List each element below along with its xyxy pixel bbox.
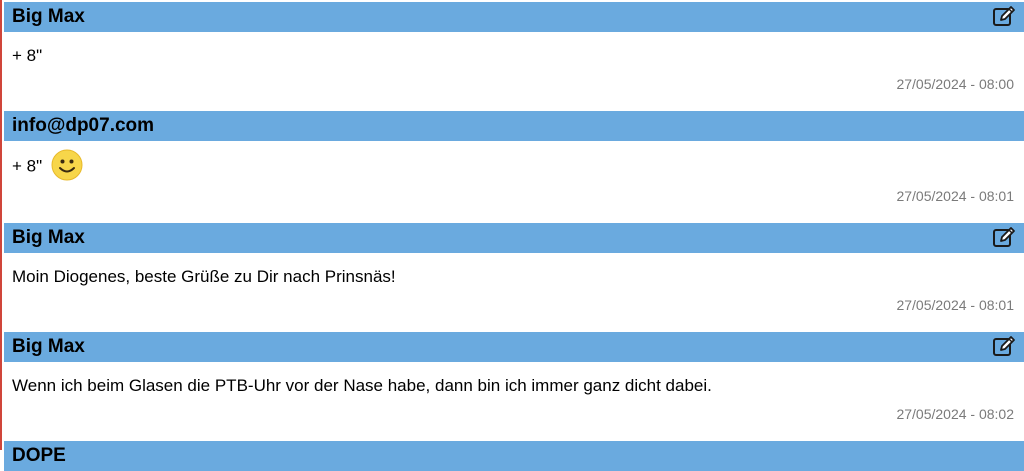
post: DOPE xyxy=(4,441,1024,471)
post-message-row: + 8" xyxy=(12,149,83,183)
post-header: DOPE xyxy=(4,441,1024,471)
post-timestamp: 27/05/2024 - 08:02 xyxy=(896,406,1014,422)
post: info@dp07.com + 8" 27/05/2024 - 08:01 xyxy=(4,111,1024,223)
post-message: Wenn ich beim Glasen die PTB-Uhr vor der… xyxy=(12,376,712,395)
post-message: Moin Diogenes, beste Grüße zu Dir nach P… xyxy=(12,267,396,286)
post-timestamp: 27/05/2024 - 08:00 xyxy=(896,76,1014,92)
left-border xyxy=(0,0,2,450)
edit-icon[interactable] xyxy=(992,226,1016,250)
post: Big Max Wenn ich beim Glasen die PTB-Uhr… xyxy=(4,332,1024,441)
post-timestamp: 27/05/2024 - 08:01 xyxy=(896,188,1014,204)
post-body: Moin Diogenes, beste Grüße zu Dir nach P… xyxy=(4,253,1024,332)
post-message: + 8" xyxy=(12,156,43,176)
post-author: Big Max xyxy=(12,336,85,357)
post: Big Max + 8" 27/05/2024 - 08:00 xyxy=(4,2,1024,111)
post-header: Big Max xyxy=(4,2,1024,32)
post-message: + 8" xyxy=(12,46,43,65)
smiley-icon xyxy=(51,149,83,181)
post-author: Big Max xyxy=(12,227,85,248)
post-timestamp: 27/05/2024 - 08:01 xyxy=(896,297,1014,313)
edit-icon[interactable] xyxy=(992,5,1016,29)
post: Big Max Moin Diogenes, beste Grüße zu Di… xyxy=(4,223,1024,332)
post-body: Wenn ich beim Glasen die PTB-Uhr vor der… xyxy=(4,362,1024,441)
post-author: info@dp07.com xyxy=(12,115,155,136)
post-header: Big Max xyxy=(4,332,1024,362)
post-body: + 8" 27/05/2024 - 08:01 xyxy=(4,141,1024,223)
guestbook-feed: Big Max + 8" 27/05/2024 - 08:00 info@dp0… xyxy=(4,2,1024,471)
post-header: Big Max xyxy=(4,223,1024,253)
edit-icon[interactable] xyxy=(992,335,1016,359)
post-author: Big Max xyxy=(12,6,85,27)
post-header: info@dp07.com xyxy=(4,111,1024,141)
post-body: + 8" 27/05/2024 - 08:00 xyxy=(4,32,1024,111)
post-author: DOPE xyxy=(12,445,66,466)
